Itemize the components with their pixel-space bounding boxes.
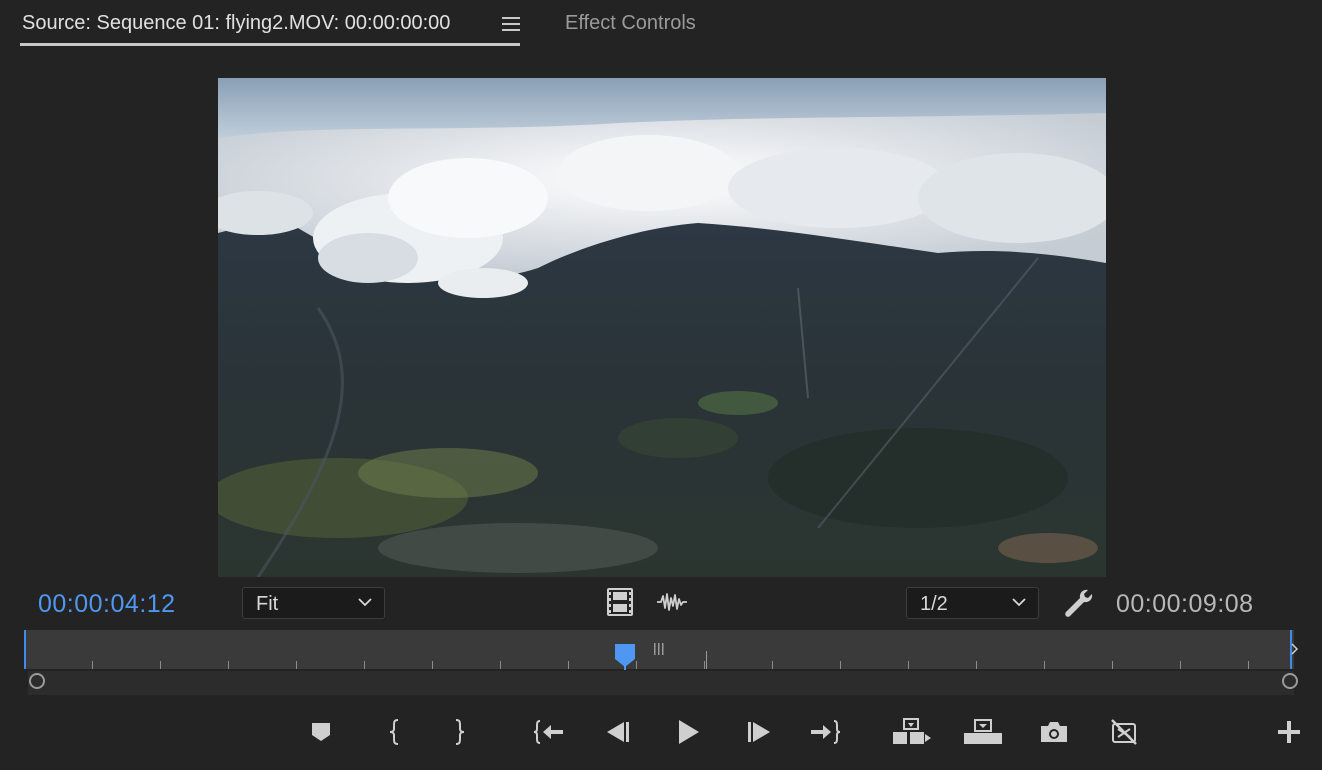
add-marker-button[interactable] <box>304 716 338 748</box>
active-tab-underline <box>20 43 520 46</box>
ruler-tick <box>704 661 705 669</box>
add-button[interactable] <box>1272 716 1306 748</box>
work-area-grip-icon <box>654 643 664 655</box>
audio-waveform-icon[interactable] <box>656 592 688 612</box>
overwrite-button[interactable] <box>962 716 1004 748</box>
overwrite-icon <box>964 719 1002 744</box>
ruler-tick <box>772 661 773 669</box>
ruler-tick <box>976 661 977 669</box>
panel-tab-bar: Source: Sequence 01: flying2.MOV: 00:00:… <box>0 0 1322 50</box>
button-editor-button[interactable] <box>1107 716 1141 748</box>
tab-source[interactable]: Source: Sequence 01: flying2.MOV: 00:00:… <box>22 12 450 35</box>
insert-icon <box>893 718 931 744</box>
duration-timecode: 00:00:09:08 <box>1116 590 1254 618</box>
ruler-tick <box>1044 661 1045 669</box>
ruler-tick <box>568 661 569 669</box>
tab-effect-controls[interactable]: Effect Controls <box>565 12 696 35</box>
insert-button[interactable] <box>891 716 933 748</box>
go-to-in-icon <box>533 720 563 744</box>
step-forward-button[interactable] <box>742 716 776 748</box>
ruler-tick <box>432 661 433 669</box>
wrench-icon[interactable] <box>1062 587 1094 619</box>
video-preview[interactable] <box>218 78 1106 577</box>
go-to-out-icon <box>811 720 841 744</box>
aerial-clouds-frame <box>218 78 1106 577</box>
camera-icon <box>1041 722 1067 742</box>
play-icon <box>679 720 699 744</box>
ruler-tick <box>1112 661 1113 669</box>
marker-icon <box>312 723 330 741</box>
export-frame-button[interactable] <box>1037 716 1071 748</box>
chevron-down-icon <box>1012 598 1026 607</box>
ruler-tick <box>1248 661 1249 669</box>
current-timecode[interactable]: 00:00:04:12 <box>38 590 176 619</box>
playback-resolution-value: 1/2 <box>920 593 948 615</box>
zoom-handle-right[interactable] <box>1282 673 1298 689</box>
ruler-tick <box>1180 661 1181 669</box>
ruler-tick <box>296 661 297 669</box>
playback-resolution-dropdown[interactable]: 1/2 <box>906 587 1039 619</box>
in-point-marker[interactable] <box>24 630 26 669</box>
mark-out-icon <box>455 719 465 745</box>
step-back-button[interactable] <box>601 716 635 748</box>
zoom-handle-left[interactable] <box>29 673 45 689</box>
ruler-tick <box>500 661 501 669</box>
zoom-level-dropdown[interactable]: Fit <box>242 587 385 619</box>
ruler-tick <box>160 661 161 669</box>
go-to-in-button[interactable] <box>532 716 566 748</box>
ruler-tick <box>364 661 365 669</box>
mark-in-icon <box>389 719 399 745</box>
ruler-major-tick <box>706 651 707 669</box>
playhead[interactable] <box>613 643 637 670</box>
mark-out-button[interactable] <box>442 716 476 748</box>
plus-icon <box>1278 721 1300 743</box>
film-icon[interactable] <box>607 588 633 616</box>
chevron-down-icon <box>358 598 372 607</box>
step-forward-icon <box>748 722 770 742</box>
ruler-tick <box>908 661 909 669</box>
zoom-level-value: Fit <box>256 593 279 615</box>
ruler-tick <box>840 661 841 669</box>
mark-in-button[interactable] <box>378 716 412 748</box>
zoom-scrollbar[interactable] <box>28 671 1294 695</box>
ruler-end-arrow-icon <box>1291 643 1299 655</box>
ruler-tick <box>228 661 229 669</box>
go-to-out-button[interactable] <box>808 716 842 748</box>
ruler-tick <box>92 661 93 669</box>
panel-menu-icon[interactable] <box>502 17 520 33</box>
step-back-icon <box>607 722 629 742</box>
play-button[interactable] <box>671 716 705 748</box>
button-editor-icon <box>1111 719 1137 745</box>
